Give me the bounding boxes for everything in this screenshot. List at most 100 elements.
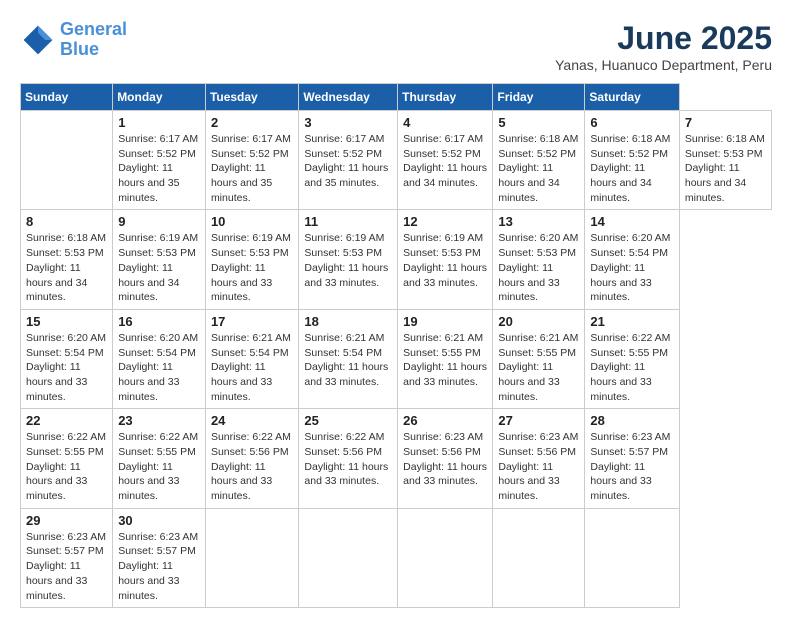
calendar-cell: 21 Sunrise: 6:22 AMSunset: 5:55 PMDaylig…	[585, 309, 679, 408]
day-info: Sunrise: 6:21 AMSunset: 5:54 PMDaylight:…	[304, 332, 388, 388]
calendar-header-row: SundayMondayTuesdayWednesdayThursdayFrid…	[21, 84, 772, 111]
calendar-cell: 14 Sunrise: 6:20 AMSunset: 5:54 PMDaylig…	[585, 210, 679, 309]
weekday-header: Thursday	[398, 84, 493, 111]
day-info: Sunrise: 6:20 AMSunset: 5:54 PMDaylight:…	[118, 332, 198, 403]
day-info: Sunrise: 6:23 AMSunset: 5:56 PMDaylight:…	[498, 431, 578, 502]
day-number: 10	[211, 214, 293, 229]
day-number: 30	[118, 513, 200, 528]
logo-general: General	[60, 19, 127, 39]
day-info: Sunrise: 6:17 AMSunset: 5:52 PMDaylight:…	[118, 133, 198, 204]
calendar-cell: 23 Sunrise: 6:22 AMSunset: 5:55 PMDaylig…	[113, 409, 206, 508]
calendar-cell: 6 Sunrise: 6:18 AMSunset: 5:52 PMDayligh…	[585, 111, 679, 210]
day-number: 13	[498, 214, 579, 229]
day-info: Sunrise: 6:23 AMSunset: 5:56 PMDaylight:…	[403, 431, 487, 487]
weekday-header: Monday	[113, 84, 206, 111]
calendar-cell: 27 Sunrise: 6:23 AMSunset: 5:56 PMDaylig…	[493, 409, 585, 508]
weekday-header: Saturday	[585, 84, 679, 111]
calendar-cell: 15 Sunrise: 6:20 AMSunset: 5:54 PMDaylig…	[21, 309, 113, 408]
page-header: General Blue June 2025 Yanas, Huanuco De…	[20, 20, 772, 73]
weekday-header: Friday	[493, 84, 585, 111]
day-number: 21	[590, 314, 673, 329]
day-number: 14	[590, 214, 673, 229]
weekday-header: Wednesday	[299, 84, 398, 111]
weekday-header: Sunday	[21, 84, 113, 111]
logo-blue: Blue	[60, 39, 99, 59]
day-number: 27	[498, 413, 579, 428]
day-info: Sunrise: 6:21 AMSunset: 5:54 PMDaylight:…	[211, 332, 291, 403]
calendar-cell: 16 Sunrise: 6:20 AMSunset: 5:54 PMDaylig…	[113, 309, 206, 408]
day-info: Sunrise: 6:22 AMSunset: 5:55 PMDaylight:…	[26, 431, 106, 502]
calendar-cell: 9 Sunrise: 6:19 AMSunset: 5:53 PMDayligh…	[113, 210, 206, 309]
day-number: 15	[26, 314, 107, 329]
calendar-cell: 30 Sunrise: 6:23 AMSunset: 5:57 PMDaylig…	[113, 508, 206, 607]
calendar-cell: 10 Sunrise: 6:19 AMSunset: 5:53 PMDaylig…	[205, 210, 298, 309]
calendar-cell: 24 Sunrise: 6:22 AMSunset: 5:56 PMDaylig…	[205, 409, 298, 508]
calendar-cell: 1 Sunrise: 6:17 AMSunset: 5:52 PMDayligh…	[113, 111, 206, 210]
day-info: Sunrise: 6:21 AMSunset: 5:55 PMDaylight:…	[498, 332, 578, 403]
location: Yanas, Huanuco Department, Peru	[555, 57, 772, 73]
day-number: 16	[118, 314, 200, 329]
day-number: 11	[304, 214, 392, 229]
day-number: 20	[498, 314, 579, 329]
weekday-header: Tuesday	[205, 84, 298, 111]
calendar-week-row: 1 Sunrise: 6:17 AMSunset: 5:52 PMDayligh…	[21, 111, 772, 210]
calendar-cell: 8 Sunrise: 6:18 AMSunset: 5:53 PMDayligh…	[21, 210, 113, 309]
calendar-cell	[205, 508, 298, 607]
calendar-cell: 12 Sunrise: 6:19 AMSunset: 5:53 PMDaylig…	[398, 210, 493, 309]
calendar-cell: 29 Sunrise: 6:23 AMSunset: 5:57 PMDaylig…	[21, 508, 113, 607]
day-info: Sunrise: 6:23 AMSunset: 5:57 PMDaylight:…	[26, 531, 106, 602]
day-info: Sunrise: 6:17 AMSunset: 5:52 PMDaylight:…	[403, 133, 487, 189]
calendar-cell	[299, 508, 398, 607]
day-info: Sunrise: 6:22 AMSunset: 5:56 PMDaylight:…	[211, 431, 291, 502]
day-info: Sunrise: 6:18 AMSunset: 5:52 PMDaylight:…	[590, 133, 670, 204]
day-info: Sunrise: 6:18 AMSunset: 5:53 PMDaylight:…	[685, 133, 765, 204]
month-year: June 2025	[555, 20, 772, 57]
calendar-cell	[21, 111, 113, 210]
day-number: 9	[118, 214, 200, 229]
calendar-cell: 28 Sunrise: 6:23 AMSunset: 5:57 PMDaylig…	[585, 409, 679, 508]
day-number: 5	[498, 115, 579, 130]
day-info: Sunrise: 6:17 AMSunset: 5:52 PMDaylight:…	[304, 133, 388, 189]
calendar-cell	[493, 508, 585, 607]
day-number: 29	[26, 513, 107, 528]
day-number: 19	[403, 314, 487, 329]
calendar-cell: 19 Sunrise: 6:21 AMSunset: 5:55 PMDaylig…	[398, 309, 493, 408]
day-info: Sunrise: 6:19 AMSunset: 5:53 PMDaylight:…	[118, 232, 198, 303]
day-number: 3	[304, 115, 392, 130]
day-number: 25	[304, 413, 392, 428]
calendar-cell: 25 Sunrise: 6:22 AMSunset: 5:56 PMDaylig…	[299, 409, 398, 508]
day-info: Sunrise: 6:19 AMSunset: 5:53 PMDaylight:…	[211, 232, 291, 303]
day-number: 8	[26, 214, 107, 229]
day-number: 26	[403, 413, 487, 428]
day-number: 22	[26, 413, 107, 428]
day-number: 7	[685, 115, 766, 130]
day-info: Sunrise: 6:17 AMSunset: 5:52 PMDaylight:…	[211, 133, 291, 204]
calendar-cell: 26 Sunrise: 6:23 AMSunset: 5:56 PMDaylig…	[398, 409, 493, 508]
logo: General Blue	[20, 20, 127, 60]
calendar-week-row: 29 Sunrise: 6:23 AMSunset: 5:57 PMDaylig…	[21, 508, 772, 607]
day-info: Sunrise: 6:20 AMSunset: 5:54 PMDaylight:…	[26, 332, 106, 403]
day-number: 4	[403, 115, 487, 130]
day-info: Sunrise: 6:23 AMSunset: 5:57 PMDaylight:…	[590, 431, 670, 502]
day-info: Sunrise: 6:22 AMSunset: 5:56 PMDaylight:…	[304, 431, 388, 487]
day-number: 28	[590, 413, 673, 428]
calendar-cell: 3 Sunrise: 6:17 AMSunset: 5:52 PMDayligh…	[299, 111, 398, 210]
logo-icon	[20, 22, 56, 58]
calendar-cell: 13 Sunrise: 6:20 AMSunset: 5:53 PMDaylig…	[493, 210, 585, 309]
day-info: Sunrise: 6:20 AMSunset: 5:54 PMDaylight:…	[590, 232, 670, 303]
day-info: Sunrise: 6:19 AMSunset: 5:53 PMDaylight:…	[304, 232, 388, 288]
calendar-week-row: 15 Sunrise: 6:20 AMSunset: 5:54 PMDaylig…	[21, 309, 772, 408]
calendar-cell: 4 Sunrise: 6:17 AMSunset: 5:52 PMDayligh…	[398, 111, 493, 210]
day-info: Sunrise: 6:22 AMSunset: 5:55 PMDaylight:…	[118, 431, 198, 502]
calendar-cell: 5 Sunrise: 6:18 AMSunset: 5:52 PMDayligh…	[493, 111, 585, 210]
day-number: 17	[211, 314, 293, 329]
calendar-table: SundayMondayTuesdayWednesdayThursdayFrid…	[20, 83, 772, 608]
day-info: Sunrise: 6:18 AMSunset: 5:52 PMDaylight:…	[498, 133, 578, 204]
day-number: 24	[211, 413, 293, 428]
day-number: 1	[118, 115, 200, 130]
day-info: Sunrise: 6:23 AMSunset: 5:57 PMDaylight:…	[118, 531, 198, 602]
day-info: Sunrise: 6:22 AMSunset: 5:55 PMDaylight:…	[590, 332, 670, 403]
calendar-cell: 17 Sunrise: 6:21 AMSunset: 5:54 PMDaylig…	[205, 309, 298, 408]
day-info: Sunrise: 6:21 AMSunset: 5:55 PMDaylight:…	[403, 332, 487, 388]
day-number: 12	[403, 214, 487, 229]
